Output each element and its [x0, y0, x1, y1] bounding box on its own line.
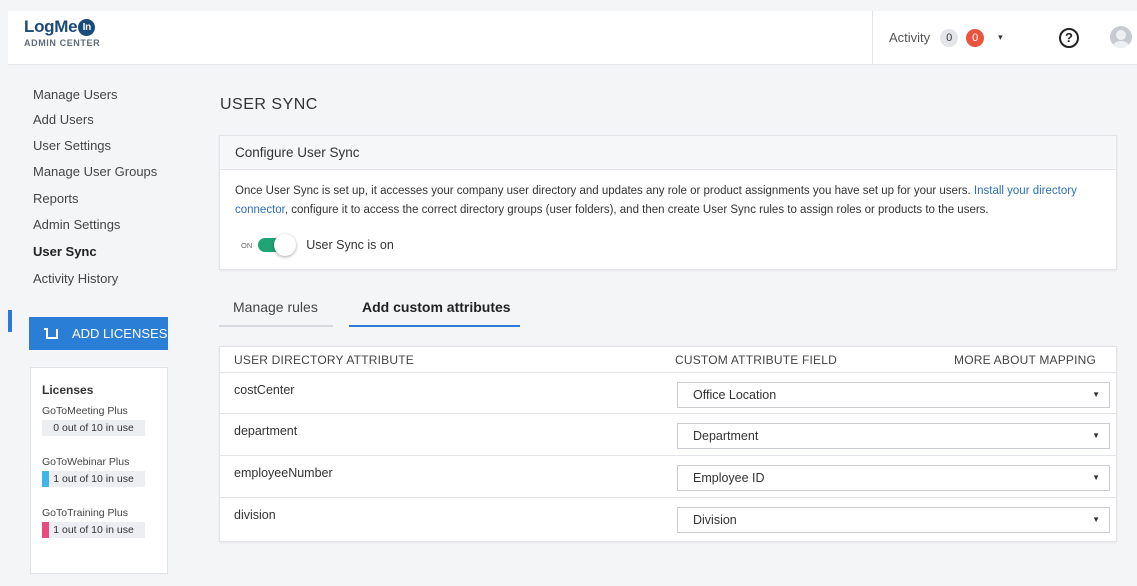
column-header-custom-attribute-field: CUSTOM ATTRIBUTE FIELD [675, 353, 837, 367]
selected-value: Office Location [693, 388, 777, 402]
custom-field-select[interactable]: Employee ID ▼ [677, 465, 1110, 491]
license-usage-fill [42, 522, 49, 538]
sidebar: Manage Users Add Users User Settings Man… [8, 65, 198, 586]
sidebar-item-reports[interactable]: Reports [33, 191, 79, 206]
licenses-panel: Licenses GoToMeeting Plus 0 out of 10 in… [30, 367, 168, 574]
logmein-logo[interactable]: LogMe In ADMIN CENTER [24, 17, 100, 48]
selected-value: Department [693, 429, 759, 443]
sidebar-item-user-sync[interactable]: User Sync [33, 244, 97, 259]
license-usage-text: 0 out of 10 in use [53, 422, 134, 434]
column-header-user-directory-attribute: USER DIRECTORY ATTRIBUTE [234, 353, 414, 367]
directory-attribute: division [234, 508, 276, 522]
table-row: division Division ▼ [220, 497, 1116, 538]
license-usage-fill [42, 471, 49, 487]
cart-icon [44, 327, 58, 339]
activity-menu[interactable]: Activity 0 0 ▾ [872, 11, 1042, 64]
add-licenses-button[interactable]: ADD LICENSES [29, 317, 168, 350]
sidebar-item-activity-history[interactable]: Activity History [33, 271, 118, 286]
logo-in-mark: In [78, 18, 96, 36]
table-row: costCenter Office Location ▼ [220, 372, 1116, 413]
directory-attribute: employeeNumber [234, 466, 333, 480]
activity-label: Activity [889, 30, 931, 45]
license-usage-text: 1 out of 10 in use [53, 524, 134, 536]
chevron-down-icon[interactable]: ▾ [998, 32, 1003, 43]
card-title: Configure User Sync [220, 136, 1116, 170]
page-title: USER SYNC [220, 96, 318, 113]
license-usage-bar: 0 out of 10 in use [42, 420, 145, 436]
sidebar-item-user-settings[interactable]: User Settings [33, 138, 111, 153]
activity-count-badge: 0 [940, 28, 959, 47]
card-description: Once User Sync is set up, it accesses yo… [235, 185, 1077, 216]
attribute-mapping-table: USER DIRECTORY ATTRIBUTE CUSTOM ATTRIBUT… [219, 346, 1117, 542]
tab-manage-rules[interactable]: Manage rules [233, 299, 318, 315]
directory-attribute: costCenter [234, 383, 295, 397]
table-row: employeeNumber Employee ID ▼ [220, 455, 1116, 496]
chevron-down-icon: ▼ [1092, 431, 1100, 440]
chevron-down-icon: ▼ [1092, 473, 1100, 482]
selected-value: Employee ID [693, 471, 765, 485]
logo-text: LogMe [24, 17, 78, 36]
custom-field-select[interactable]: Department ▼ [677, 423, 1110, 449]
chevron-down-icon: ▼ [1092, 390, 1100, 399]
sidebar-item-add-users[interactable]: Add Users [33, 112, 94, 127]
license-usage-bar: 1 out of 10 in use [42, 471, 145, 487]
logo-subtitle: ADMIN CENTER [24, 38, 101, 48]
toggle-knob [274, 234, 297, 256]
tab-add-custom-attributes[interactable]: Add custom attributes [362, 299, 511, 315]
sidebar-item-manage-users[interactable]: Manage Users [33, 87, 118, 102]
license-usage-bar: 1 out of 10 in use [42, 522, 145, 538]
help-icon[interactable]: ? [1059, 28, 1079, 48]
sidebar-item-admin-settings[interactable]: Admin Settings [33, 217, 120, 232]
license-name: GoToTraining Plus [42, 507, 128, 519]
directory-attribute: department [234, 424, 298, 438]
avatar[interactable] [1110, 26, 1132, 48]
table-row: department Department ▼ [220, 413, 1116, 454]
top-header: LogMe In ADMIN CENTER Activity 0 0 ▾ ? [8, 11, 1137, 65]
active-tab-underline [349, 325, 520, 327]
toggle-on-label: ON [241, 240, 253, 250]
licenses-title: Licenses [42, 383, 94, 397]
tab-underline [219, 325, 333, 327]
alert-count-badge: 0 [966, 28, 985, 47]
license-name: GoToMeeting Plus [42, 405, 128, 417]
license-usage-text: 1 out of 10 in use [53, 473, 134, 485]
active-nav-indicator [8, 310, 12, 332]
license-name: GoToWebinar Plus [42, 456, 130, 468]
custom-field-select[interactable]: Office Location ▼ [677, 382, 1110, 408]
selected-value: Division [693, 513, 737, 527]
configure-user-sync-card: Configure User Sync Once User Sync is se… [219, 135, 1117, 270]
user-sync-toggle-row: ON User Sync is on [241, 234, 394, 256]
add-licenses-label: ADD LICENSES [72, 326, 168, 341]
sidebar-item-manage-user-groups[interactable]: Manage User Groups [33, 164, 157, 179]
custom-field-select[interactable]: Division ▼ [677, 507, 1110, 533]
toggle-status-text: User Sync is on [306, 238, 394, 252]
user-sync-toggle[interactable] [258, 234, 297, 256]
more-about-mapping-link[interactable]: MORE ABOUT MAPPING [954, 353, 1096, 367]
chevron-down-icon: ▼ [1092, 515, 1100, 524]
